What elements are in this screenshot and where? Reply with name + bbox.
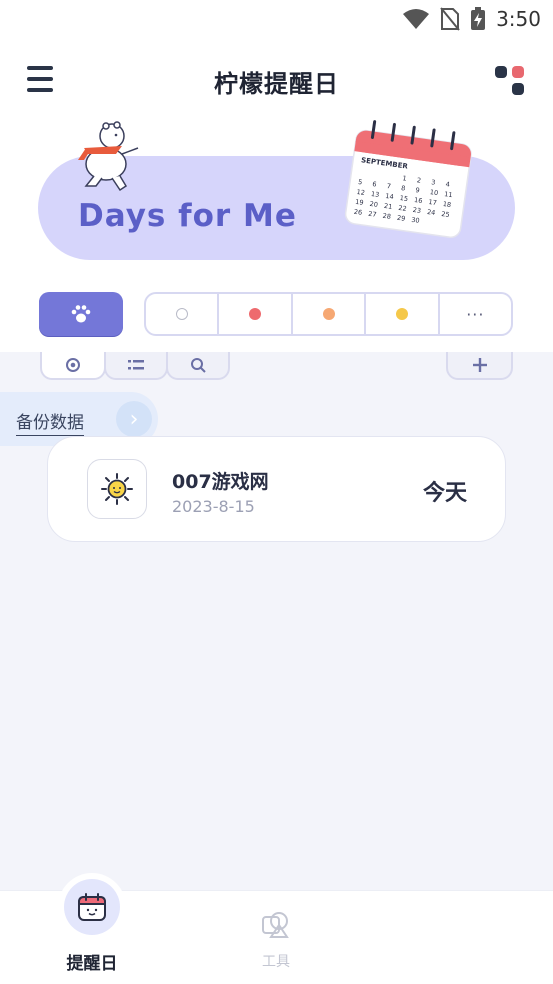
calendar-face-icon [78, 893, 106, 921]
add-event-button[interactable] [446, 352, 513, 380]
calendar-day: 27 [368, 210, 377, 219]
event-list-area: 备份数据 › 007游戏网 2023-8-15 今天 [0, 352, 553, 890]
paw-icon [71, 305, 91, 323]
paw-filter-button[interactable] [39, 292, 123, 336]
sun-face-icon [101, 473, 133, 505]
tab-list[interactable] [104, 352, 168, 380]
backup-label: 备份数据 [16, 408, 84, 436]
event-date: 2023-8-15 [172, 497, 255, 516]
calendar-day: 28 [382, 212, 391, 221]
tools-icon [262, 912, 289, 938]
calendar-day: 16 [414, 196, 423, 205]
event-title: 007游戏网 [172, 471, 269, 493]
calendar-day: 15 [399, 194, 408, 203]
calendar-day: 23 [412, 206, 421, 215]
calendar-day: 25 [441, 210, 450, 219]
app-header: 柠檬提醒日 [0, 48, 553, 112]
nav-active-bubble [64, 879, 120, 935]
tools-icon-wrap [261, 909, 291, 943]
chevron-right-icon: › [116, 401, 152, 437]
color-dot-red [249, 308, 262, 320]
color-filter-all[interactable] [146, 294, 220, 334]
search-icon [191, 358, 206, 373]
calendar-day: 14 [385, 192, 394, 201]
nav-label-reminders: 提醒日 [66, 954, 118, 974]
color-dot-orange [322, 308, 335, 320]
nav-item-tools[interactable]: 工具 [216, 891, 336, 984]
color-dot-all [175, 308, 188, 320]
calendar-illustration: SEPTEMBER 1 2 3 45 6 7 8 9 10 1112 13 14 15 16 17 1819 2… [344, 120, 472, 239]
calendar-day: 13 [371, 190, 380, 199]
tab-target[interactable] [40, 352, 106, 380]
no-sim-icon [440, 7, 460, 31]
color-filter-more[interactable]: ··· [440, 294, 511, 334]
color-filter-orange[interactable] [293, 294, 367, 334]
nav-label-tools: 工具 [262, 954, 290, 970]
calendar-day: 11 [444, 190, 453, 199]
calendar-day: 19 [355, 198, 364, 207]
status-bar: 3:50 [0, 0, 553, 40]
wifi-icon [403, 9, 430, 29]
event-icon-box [87, 459, 147, 519]
status-icons: 3:50 [402, 7, 541, 31]
calendar-day: 29 [396, 214, 405, 223]
target-icon [66, 358, 80, 372]
event-days-status: 今天 [422, 481, 467, 506]
color-filter-yellow[interactable] [366, 294, 440, 334]
status-time: 3:50 [496, 7, 541, 31]
calendar-day: 17 [428, 198, 437, 207]
calendar-day: 12 [356, 188, 365, 197]
calendar-day: 30 [411, 216, 420, 225]
polar-bear-illustration [78, 121, 139, 192]
bottom-nav: 提醒日 工具 [0, 879, 553, 984]
calendar-day: 10 [429, 188, 438, 197]
battery-charging-icon [471, 7, 486, 30]
calendar-day: 21 [383, 202, 392, 211]
tab-search[interactable] [166, 352, 230, 380]
color-filter-group: ··· [144, 292, 513, 336]
calendar-day: 18 [442, 200, 451, 209]
page-title: 柠檬提醒日 [214, 70, 339, 98]
calendar-day: 24 [427, 208, 436, 217]
calendar-day: 26 [353, 208, 362, 217]
calendar-day: 22 [398, 204, 407, 213]
color-filter-red[interactable] [219, 294, 293, 334]
banner-title: Days for Me [78, 198, 297, 234]
calendar-day: 20 [369, 200, 378, 209]
event-card[interactable]: 007游戏网 2023-8-15 今天 [47, 436, 506, 542]
apps-icon[interactable] [495, 64, 525, 95]
plus-icon [472, 358, 487, 372]
list-icon [128, 360, 144, 370]
nav-item-reminders[interactable]: 提醒日 [32, 879, 152, 984]
more-label: ··· [466, 304, 485, 324]
color-dot-yellow [395, 308, 408, 320]
